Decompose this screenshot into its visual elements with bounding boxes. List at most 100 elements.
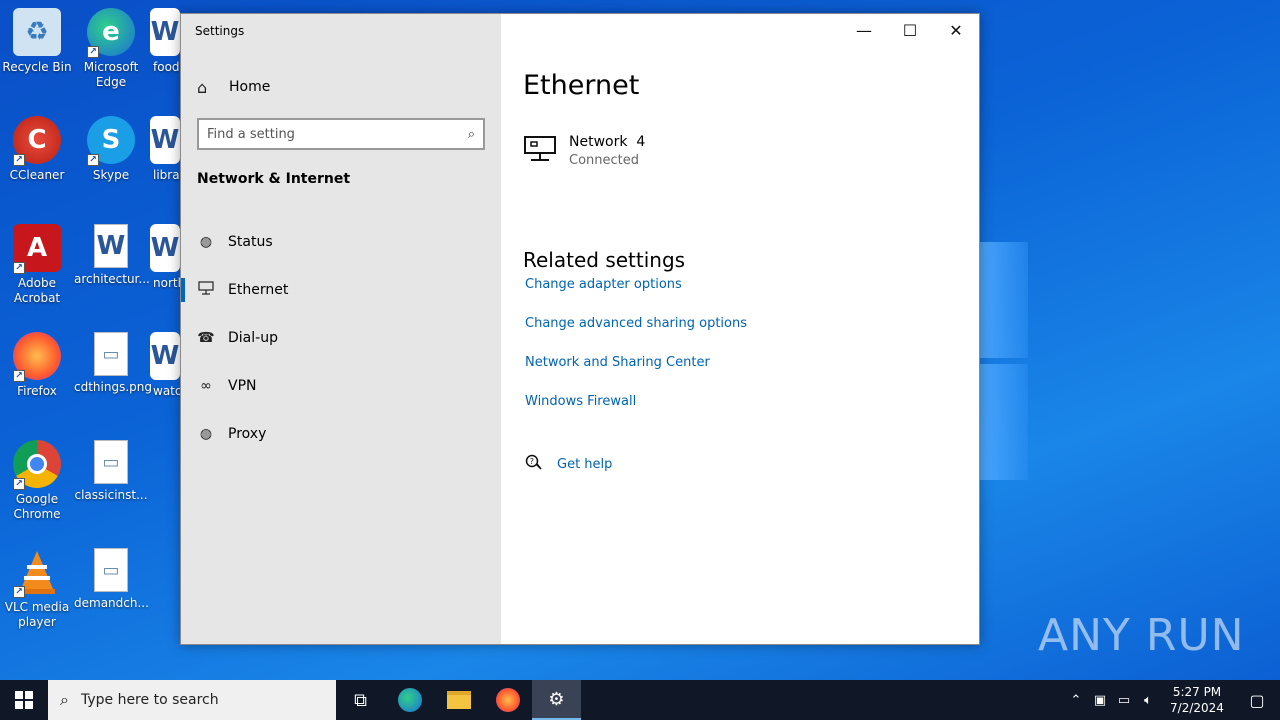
vlc-icon: ↗ bbox=[13, 548, 61, 598]
desktop-icon-label: VLC media player bbox=[4, 600, 70, 629]
desktop-icon-chrome[interactable]: ↗ Google Chrome bbox=[0, 440, 74, 522]
related-settings-title: Related settings bbox=[523, 248, 686, 272]
recycle-bin-icon: ♻ bbox=[13, 8, 61, 56]
desktop-icon-label: watc bbox=[153, 384, 182, 398]
globe-icon: ◍ bbox=[199, 234, 213, 250]
desktop-icon-food[interactable]: W food bbox=[148, 8, 182, 75]
vpn-icon: ∞ bbox=[200, 378, 212, 394]
sidebar-item-status[interactable]: ◍ Status bbox=[181, 218, 501, 266]
word-doc-icon: W bbox=[150, 116, 180, 164]
desktop-icon-classicinst[interactable]: ▭ classicinst... bbox=[74, 440, 148, 503]
desktop-icon-label: food bbox=[153, 60, 180, 74]
taskbar-firefox-button[interactable] bbox=[483, 680, 532, 720]
settings-search-input[interactable]: Find a setting ⌕ bbox=[197, 118, 485, 150]
sidebar-home[interactable]: ⌂ Home bbox=[197, 76, 270, 98]
settings-window: Settings ⌂ Home Find a setting ⌕ Network… bbox=[180, 13, 980, 645]
anyrun-watermark: ANY RUN bbox=[1038, 610, 1245, 661]
desktop-icon-label: CCleaner bbox=[9, 168, 65, 182]
related-links: Change adapter options Change advanced s… bbox=[525, 271, 747, 427]
sidebar-item-vpn[interactable]: ∞ VPN bbox=[181, 362, 501, 410]
desktop-icon-vlc[interactable]: ↗ VLC media player bbox=[0, 548, 74, 630]
network-name: Network 4 bbox=[569, 134, 646, 150]
sidebar-item-label: Proxy bbox=[228, 426, 267, 442]
taskbar-edge-button[interactable] bbox=[385, 680, 434, 720]
firefox-icon bbox=[495, 688, 520, 712]
desktop-icon-edge[interactable]: e ↗ Microsoft Edge bbox=[74, 8, 148, 90]
help-chat-icon: ? bbox=[525, 454, 543, 474]
device-icon[interactable]: ▣ bbox=[1088, 693, 1112, 708]
window-title: Settings bbox=[195, 24, 245, 38]
desktop-icon-recycle-bin[interactable]: ♻ Recycle Bin bbox=[0, 8, 74, 75]
taskbar-search-placeholder: Type here to search bbox=[80, 692, 219, 708]
notification-icon[interactable]: ▢ bbox=[1234, 691, 1280, 710]
search-icon: ⌕ bbox=[467, 126, 475, 142]
page-title: Ethernet bbox=[523, 70, 640, 101]
sidebar-nav: ◍ Status Ethernet ☎ Dial-up ∞ VPN ◍ Prox… bbox=[181, 218, 501, 458]
edge-icon bbox=[397, 688, 422, 712]
main-content: Ethernet Network 4 Connected Related set… bbox=[523, 14, 979, 644]
gear-icon: ⚙ bbox=[548, 688, 565, 710]
desktop-icon-firefox[interactable]: ↗ Firefox bbox=[0, 332, 74, 399]
link-change-advanced-sharing[interactable]: Change advanced sharing options bbox=[525, 310, 747, 349]
network-icon[interactable]: ▭ bbox=[1112, 693, 1136, 708]
chrome-icon: ↗ bbox=[13, 440, 61, 490]
desktop-icon-north[interactable]: W north bbox=[148, 224, 182, 291]
desktop-icon-demandch[interactable]: ▭ demandch... bbox=[74, 548, 149, 611]
word-doc-icon: W bbox=[94, 224, 128, 268]
sidebar-item-label: Ethernet bbox=[228, 282, 289, 298]
desktop-icon-watch[interactable]: W watc bbox=[148, 332, 182, 399]
task-view-button[interactable]: ⧉ bbox=[336, 680, 385, 720]
desktop-icon-label: classicinst... bbox=[74, 488, 148, 502]
sidebar-item-label: Dial-up bbox=[228, 330, 278, 346]
sidebar-item-proxy[interactable]: ◍ Proxy bbox=[181, 410, 501, 458]
dialup-icon: ☎ bbox=[197, 330, 215, 346]
ethernet-icon bbox=[523, 134, 559, 164]
get-help[interactable]: ? Get help bbox=[525, 454, 612, 474]
desktop-icon-label: Google Chrome bbox=[13, 492, 61, 521]
link-change-adapter-options[interactable]: Change adapter options bbox=[525, 271, 747, 310]
taskbar-search-input[interactable]: ⌕ Type here to search bbox=[48, 680, 336, 720]
desktop-icon-ccleaner[interactable]: C ↗ CCleaner bbox=[0, 116, 74, 183]
taskbar-file-explorer-button[interactable] bbox=[434, 680, 483, 720]
get-help-label: Get help bbox=[557, 456, 613, 472]
search-icon: ⌕ bbox=[60, 690, 69, 709]
network-status: Connected bbox=[569, 153, 640, 168]
volume-icon[interactable]: 🔈︎ bbox=[1136, 693, 1160, 708]
globe-icon: ◍ bbox=[199, 426, 213, 442]
section-title: Network & Internet bbox=[197, 171, 351, 187]
desktop-icon-skype[interactable]: S ↗ Skype bbox=[74, 116, 148, 183]
sidebar-item-dialup[interactable]: ☎ Dial-up bbox=[181, 314, 501, 362]
clock-date: 7/2/2024 bbox=[1170, 701, 1224, 715]
link-windows-firewall[interactable]: Windows Firewall bbox=[525, 388, 747, 427]
network-connection[interactable]: Network 4 Connected bbox=[523, 134, 645, 168]
desktop-icon-label: north bbox=[153, 276, 182, 290]
desktop-icon-label: Firefox bbox=[17, 384, 57, 398]
desktop-icon-architecture[interactable]: W architectur... bbox=[74, 224, 150, 287]
sidebar-item-label: VPN bbox=[228, 378, 257, 394]
link-network-sharing-center[interactable]: Network and Sharing Center bbox=[525, 349, 747, 388]
sidebar-item-label: Status bbox=[228, 234, 273, 250]
desktop-icon-cdthings[interactable]: ▭ cdthings.png bbox=[74, 332, 152, 395]
image-file-icon: ▭ bbox=[94, 440, 128, 484]
desktop-icon-label: librar bbox=[153, 168, 182, 182]
image-file-icon: ▭ bbox=[94, 548, 128, 592]
image-file-icon: ▭ bbox=[94, 332, 128, 376]
desktop-icon-acrobat[interactable]: A ↗ Adobe Acrobat bbox=[0, 224, 74, 306]
sidebar-home-label: Home bbox=[229, 79, 271, 95]
desktop-icon-library[interactable]: W librar bbox=[148, 116, 182, 183]
edge-icon: e ↗ bbox=[87, 8, 135, 58]
taskbar: ⌕ Type here to search ⧉ ⚙ ⌃ ▣ ▭ 🔈︎ 5:27 … bbox=[0, 680, 1280, 720]
skype-icon: S ↗ bbox=[87, 116, 135, 166]
home-icon: ⌂ bbox=[197, 77, 208, 97]
sidebar-item-ethernet[interactable]: Ethernet bbox=[181, 266, 501, 314]
start-button[interactable] bbox=[0, 680, 48, 720]
system-tray: ⌃ ▣ ▭ 🔈︎ 5:27 PM 7/2/2024 ▢ bbox=[1064, 680, 1280, 720]
clock[interactable]: 5:27 PM 7/2/2024 bbox=[1160, 684, 1234, 716]
folder-icon bbox=[446, 691, 471, 709]
svg-text:?: ? bbox=[530, 457, 534, 466]
firefox-icon: ↗ bbox=[13, 332, 61, 382]
chevron-up-icon[interactable]: ⌃ bbox=[1064, 693, 1088, 708]
desktop-icon-label: demandch... bbox=[74, 596, 149, 610]
taskbar-settings-button[interactable]: ⚙ bbox=[532, 680, 581, 720]
word-doc-icon: W bbox=[150, 224, 180, 272]
